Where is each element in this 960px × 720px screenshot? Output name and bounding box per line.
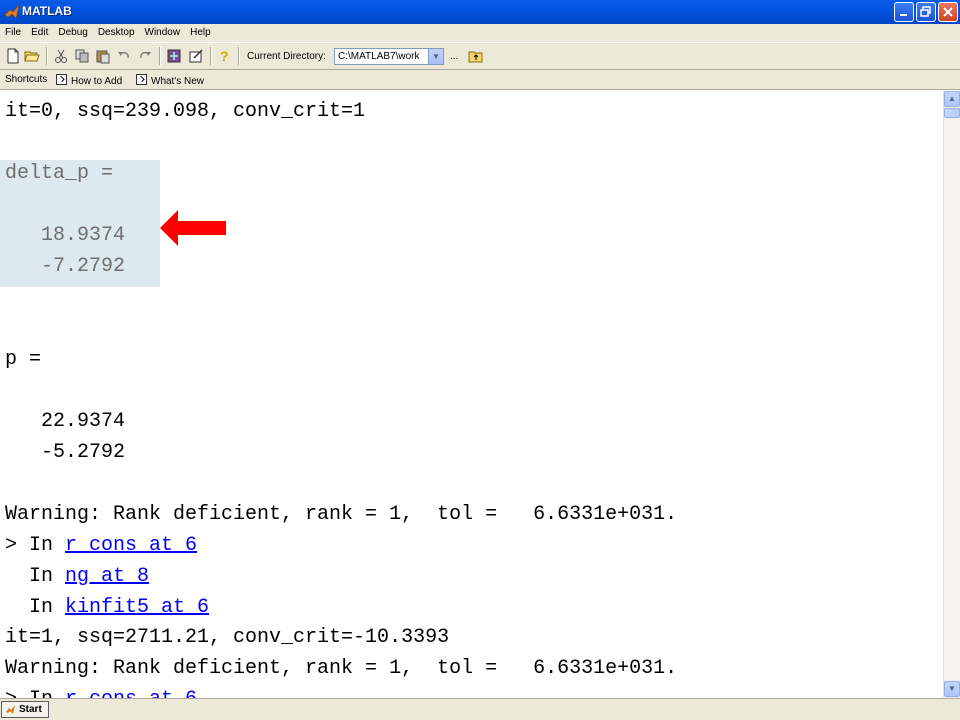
restore-icon xyxy=(920,6,931,17)
delta-p-value: 18.9374 xyxy=(5,224,126,247)
copy-icon[interactable] xyxy=(74,48,90,64)
shortcuts-bar: Shortcuts How to Add What's New xyxy=(0,70,960,90)
vertical-scrollbar[interactable]: ▲ ▼ xyxy=(943,91,960,698)
warning-line: Warning: Rank deficient, rank = 1, tol =… xyxy=(5,503,678,526)
matlab-logo-icon xyxy=(4,4,20,19)
status-bar: Start xyxy=(0,698,960,720)
shortcut-how-to-add[interactable]: How to Add xyxy=(56,74,122,87)
stack-trace-link[interactable]: ng at 8 xyxy=(65,565,149,588)
shortcut-icon xyxy=(56,74,67,85)
menu-bar: File Edit Debug Desktop Window Help xyxy=(0,24,960,42)
shortcuts-label[interactable]: Shortcuts xyxy=(5,74,47,85)
menu-debug[interactable]: Debug xyxy=(53,24,92,38)
menu-window[interactable]: Window xyxy=(140,24,186,38)
command-window[interactable]: it=0, ssq=239.098, conv_crit=1 delta_p =… xyxy=(0,91,943,698)
start-button[interactable]: Start xyxy=(1,701,49,718)
up-folder-icon[interactable] xyxy=(468,48,484,64)
menu-desktop[interactable]: Desktop xyxy=(93,24,140,38)
simulink-icon[interactable] xyxy=(166,48,182,64)
shortcut-icon xyxy=(136,74,147,85)
shortcut-whats-new[interactable]: What's New xyxy=(136,74,204,87)
current-directory-label: Current Directory: xyxy=(247,51,326,62)
p-header: p = xyxy=(5,348,42,371)
stack-trace-link[interactable]: kinfit5 at 6 xyxy=(65,596,209,619)
menu-edit[interactable]: Edit xyxy=(26,24,53,38)
help-icon[interactable]: ? xyxy=(216,48,232,64)
close-icon xyxy=(943,7,953,17)
scrollbar-thumb[interactable] xyxy=(944,108,960,118)
current-directory-value: C:\MATLAB7\work xyxy=(338,51,420,62)
minimize-button[interactable] xyxy=(894,2,914,22)
delta-p-value: -7.2792 xyxy=(5,255,126,278)
matlab-logo-icon xyxy=(6,705,15,714)
window-title: MATLAB xyxy=(22,4,72,18)
stack-trace-line: In ng at 8 xyxy=(5,565,150,588)
redo-icon[interactable] xyxy=(137,48,153,64)
stack-trace-line: In kinfit5 at 6 xyxy=(5,596,210,619)
paste-icon[interactable] xyxy=(95,48,111,64)
warning-line: Warning: Rank deficient, rank = 1, tol =… xyxy=(5,657,678,680)
delta-p-header: delta_p = xyxy=(5,162,114,185)
red-arrow-icon xyxy=(160,210,226,246)
guide-icon[interactable] xyxy=(188,48,204,64)
scroll-down-button[interactable]: ▼ xyxy=(944,681,960,697)
menu-file[interactable]: File xyxy=(0,24,26,38)
output-line: it=0, ssq=239.098, conv_crit=1 xyxy=(5,100,366,123)
current-directory-select[interactable]: C:\MATLAB7\work ▼ xyxy=(334,48,444,65)
toolbar: ? Current Directory: C:\MATLAB7\work ▼ .… xyxy=(0,42,960,70)
minimize-icon xyxy=(900,14,907,16)
open-folder-icon[interactable] xyxy=(24,48,40,64)
title-bar: MATLAB xyxy=(0,0,960,24)
new-file-icon[interactable] xyxy=(5,48,21,64)
chevron-down-icon[interactable]: ▼ xyxy=(428,49,443,64)
stack-trace-link[interactable]: r_cons at 6 xyxy=(65,688,197,699)
stack-trace-link[interactable]: r_cons at 6 xyxy=(65,534,197,557)
svg-text:?: ? xyxy=(220,48,229,64)
stack-trace-line: > In r_cons at 6 xyxy=(5,534,198,557)
browse-button[interactable]: ... xyxy=(450,51,458,62)
undo-icon[interactable] xyxy=(116,48,132,64)
cut-icon[interactable] xyxy=(53,48,69,64)
p-value: -5.2792 xyxy=(5,441,126,464)
menu-help[interactable]: Help xyxy=(185,24,216,38)
stack-trace-line: > In r_cons at 6 xyxy=(5,688,197,699)
p-value: 22.9374 xyxy=(5,410,126,433)
restore-button[interactable] xyxy=(916,2,936,22)
output-line: it=1, ssq=2711.21, conv_crit=-10.3393 xyxy=(5,626,450,649)
close-button[interactable] xyxy=(938,2,958,22)
scroll-up-button[interactable]: ▲ xyxy=(944,91,960,107)
